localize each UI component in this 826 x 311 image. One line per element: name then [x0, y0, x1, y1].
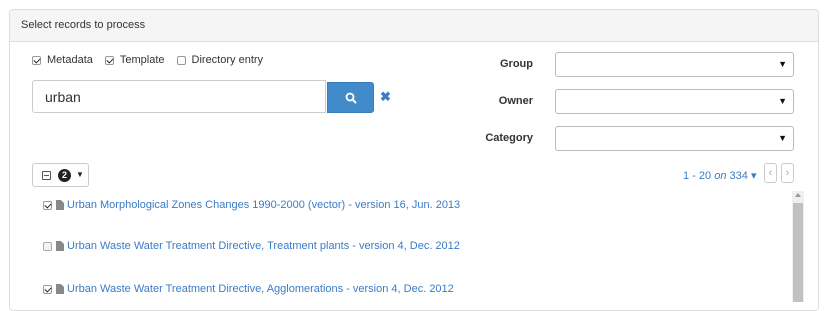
pagination-summary[interactable]: 1 - 20 on 334 ▾ [683, 169, 756, 182]
row-checkbox[interactable] [43, 200, 52, 210]
category-label: Category [485, 132, 533, 144]
directory-entry-label: Directory entry [191, 54, 264, 66]
metadata-label: Metadata [47, 54, 93, 66]
row-checkbox[interactable] [43, 284, 52, 294]
caret-down-icon: ▼ [76, 170, 84, 179]
scroll-up-icon[interactable] [795, 193, 801, 197]
search-button[interactable] [327, 82, 374, 113]
selection-dropdown-button[interactable]: 2 ▼ [32, 163, 89, 187]
metadata-option[interactable]: Metadata [32, 54, 93, 66]
template-option[interactable]: Template [104, 54, 165, 66]
row-checkbox[interactable] [43, 241, 52, 251]
clear-search-icon[interactable]: ✖ [380, 89, 391, 105]
scroll-thumb[interactable] [793, 203, 803, 302]
list-item: Urban Morphological Zones Changes 1990-2… [43, 199, 460, 211]
owner-select[interactable]: ▼ [555, 89, 794, 114]
deselect-icon [42, 171, 51, 180]
metadata-checkbox[interactable] [32, 55, 41, 65]
page-on-text: on [714, 170, 727, 182]
total-count: 334 [729, 170, 748, 182]
template-label: Template [119, 54, 165, 66]
chevron-down-icon: ▼ [778, 96, 787, 106]
group-label: Group [500, 58, 533, 70]
previous-page-button[interactable]: ‹ [764, 163, 777, 183]
record-link[interactable]: Urban Waste Water Treatment Directive, A… [67, 283, 454, 295]
page-range: 1 - 20 [683, 170, 712, 182]
search-input[interactable] [32, 80, 326, 113]
file-icon [56, 241, 64, 251]
file-icon [56, 200, 64, 210]
category-select[interactable]: ▼ [555, 126, 794, 151]
list-item: Urban Waste Water Treatment Directive, A… [43, 283, 454, 295]
results-scrollbar[interactable] [792, 191, 804, 302]
panel-heading: Select records to process [10, 10, 818, 42]
record-link[interactable]: Urban Morphological Zones Changes 1990-2… [67, 199, 460, 211]
template-checkbox[interactable] [104, 55, 114, 65]
file-icon [56, 284, 64, 294]
search-icon [345, 92, 357, 104]
list-item: Urban Waste Water Treatment Directive, T… [43, 240, 460, 252]
record-link[interactable]: Urban Waste Water Treatment Directive, T… [67, 240, 460, 252]
caret-down-icon: ▾ [750, 170, 757, 182]
group-select[interactable]: ▼ [555, 52, 794, 77]
chevron-down-icon: ▼ [778, 59, 787, 69]
directory-entry-option[interactable]: Directory entry [176, 54, 264, 66]
chevron-down-icon: ▼ [778, 133, 787, 143]
next-page-button[interactable]: › [781, 163, 794, 183]
record-type-filters: Metadata Template Directory entry [32, 54, 275, 66]
owner-label: Owner [498, 95, 533, 107]
panel-title: Select records to process [21, 19, 146, 31]
directory-entry-checkbox[interactable] [176, 55, 186, 65]
selection-count-badge: 2 [58, 169, 71, 182]
